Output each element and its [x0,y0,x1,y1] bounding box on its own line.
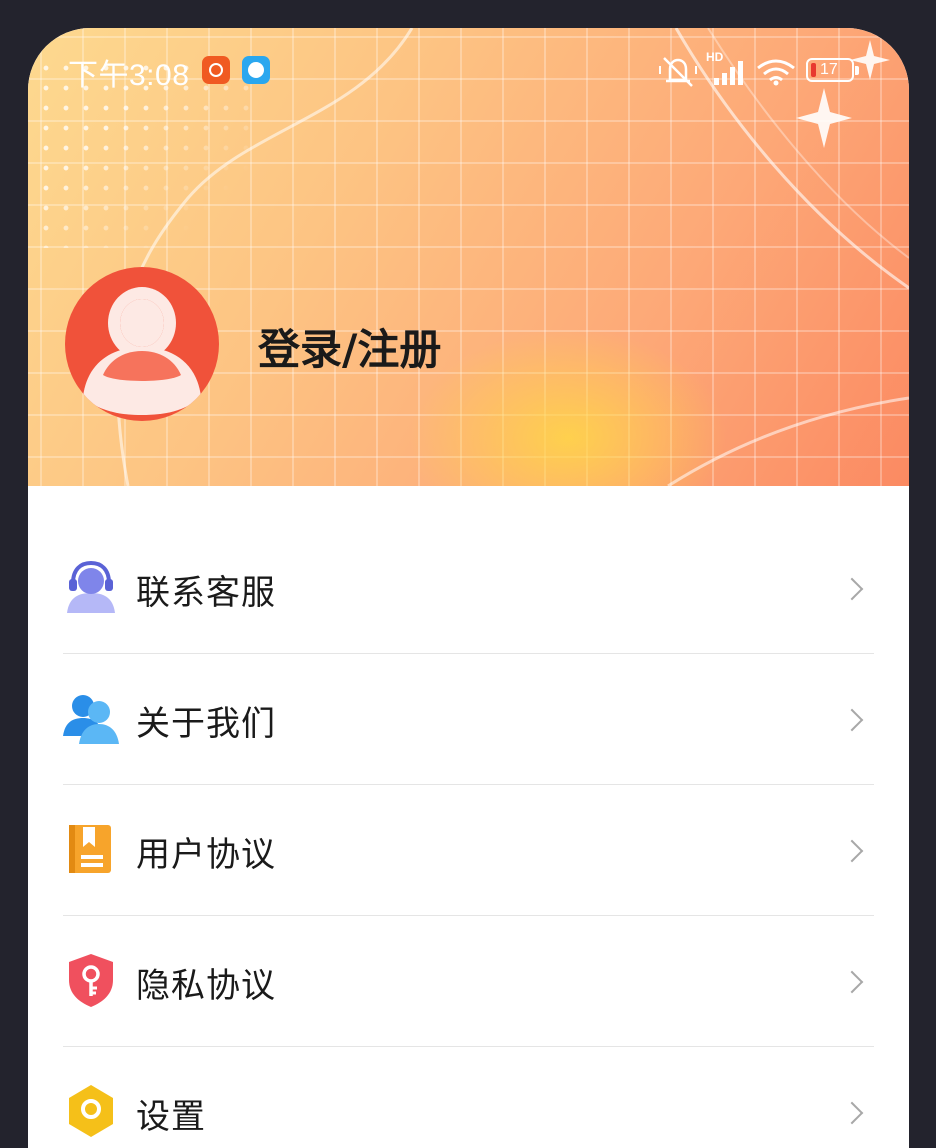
menu-item-settings[interactable]: 设置 [63,1047,874,1148]
bell-off-icon [659,57,697,87]
menu-item-customer-service[interactable]: 联系客服 [63,523,874,654]
wifi-icon [757,59,795,86]
video-app-icon [202,56,230,84]
status-bar: 下午3:08 HD 17 [28,28,909,112]
menu-item-label: 关于我们 [136,704,276,744]
chevron-right-icon [840,839,864,863]
book-icon [69,825,111,873]
chevron-right-icon [840,1101,864,1125]
menu-item-label: 设置 [136,1097,206,1137]
customer-service-icon [67,560,115,613]
menu-item-label: 隐私协议 [136,966,276,1006]
battery-icon: 17 [806,58,859,82]
battery-percent: 17 [820,61,838,78]
shield-key-icon [69,954,113,1007]
chat-app-icon [242,56,270,84]
menu-item-about-us[interactable]: 关于我们 [63,654,874,785]
users-icon [63,695,119,744]
chevron-right-icon [840,970,864,994]
avatar[interactable] [65,267,219,421]
login-register-link[interactable]: 登录/注册 [258,316,441,377]
menu-item-user-agreement[interactable]: 用户协议 [63,785,874,916]
chevron-right-icon [840,708,864,732]
user-silhouette-icon [83,287,201,415]
settings-icon [69,1085,113,1137]
menu-item-label: 联系客服 [136,573,276,613]
menu-item-privacy-policy[interactable]: 隐私协议 [63,916,874,1047]
battery-level-fill [811,63,816,77]
profile-header: 下午3:08 HD 17 登录/注册 [28,28,909,486]
signal-icon [714,61,743,85]
status-time: 下午3:08 [68,59,190,92]
menu-item-label: 用户协议 [136,835,276,875]
phone-screen: 下午3:08 HD 17 登录/注册 联系客服 关于我们 用户协议 隐私协议 设… [28,28,909,1148]
chevron-right-icon [840,577,864,601]
